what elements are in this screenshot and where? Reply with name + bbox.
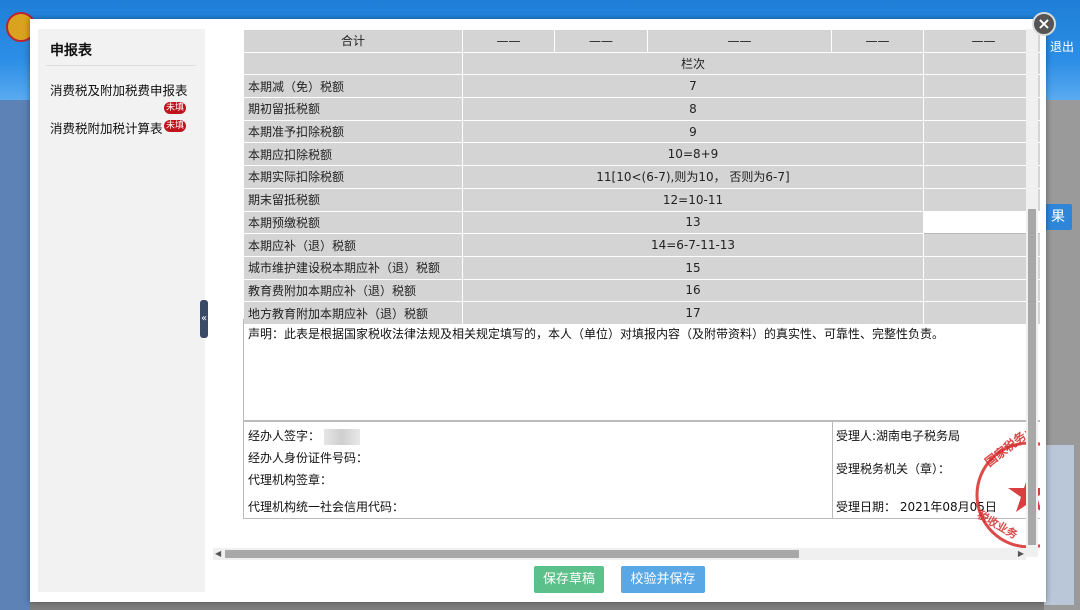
row-label: 城市维护建设税本期应补（退）税额 xyxy=(243,255,463,280)
row-value xyxy=(923,233,1040,257)
agency-seal-label: 代理机构签章： xyxy=(248,473,333,487)
header-blank xyxy=(243,51,463,76)
row-code: 8 xyxy=(462,97,924,121)
result-button[interactable]: 果 xyxy=(1044,204,1072,230)
unfilled-badge: 未填 xyxy=(164,102,187,114)
sidebar-item-surtax-calculation[interactable]: 消费税附加税计算表 xyxy=(50,118,163,137)
row-code: 9 xyxy=(462,119,924,144)
save-draft-button[interactable]: 保存草稿 xyxy=(534,566,604,593)
validate-and-save-button[interactable]: 校验并保存 xyxy=(621,566,705,593)
header-value xyxy=(923,51,1040,76)
app-right-panel: 果 xyxy=(1044,100,1080,610)
row-label: 本期实际扣除税额 xyxy=(243,165,463,189)
table-row: 本期预缴税额 13 xyxy=(243,210,1040,235)
signature-section: 经办人签字： 经办人身份证件号码： 代理机构签章： 代理机构统一社会信用代码： … xyxy=(243,421,1040,519)
total-label: 合计 xyxy=(243,29,463,53)
vertical-scrollbar[interactable] xyxy=(1026,29,1038,557)
collapse-sidebar-handle[interactable]: « xyxy=(200,300,208,338)
table-row: 本期减（免）税额 7 xyxy=(243,74,1040,99)
redacted-signature xyxy=(324,428,361,445)
app-left-nav xyxy=(0,100,30,610)
row-value xyxy=(923,74,1040,99)
handler-sign-row: 经办人签字： xyxy=(248,427,361,445)
right-info-panel xyxy=(1044,445,1074,605)
table-row: 期末留抵税额 12=10-11 xyxy=(243,187,1040,212)
total-cell: —— xyxy=(647,29,832,53)
horizontal-scrollbar[interactable]: ◀ ▶ xyxy=(213,548,1026,560)
table-row: 本期应补（退）税额 14=6-7-11-13 xyxy=(243,233,1040,257)
column-header-row: 栏次 xyxy=(243,51,1040,76)
total-cell: —— xyxy=(462,29,555,53)
total-cell: —— xyxy=(923,29,1040,53)
handler-id-label: 经办人身份证件号码： xyxy=(248,451,369,465)
column-header-line-no: 栏次 xyxy=(462,51,924,76)
table-row: 城市维护建设税本期应补（退）税额 15 xyxy=(243,255,1040,280)
sidebar-divider xyxy=(46,65,196,66)
row-code: 10=8+9 xyxy=(462,142,924,167)
total-cell: —— xyxy=(554,29,648,53)
form-content: 合计 —— —— —— —— —— 栏次 本期减（免）税额 7 期初留抵税额 8 xyxy=(243,29,1040,557)
row-label: 期初留抵税额 xyxy=(243,97,463,121)
row-value xyxy=(923,119,1040,144)
total-cell: —— xyxy=(831,29,924,53)
row-value xyxy=(923,142,1040,167)
row-label: 教育费附加本期应补（退）税额 xyxy=(243,278,463,303)
exit-link[interactable]: 退出 xyxy=(1050,38,1074,55)
row-code: 15 xyxy=(462,255,924,280)
row-value xyxy=(923,165,1040,189)
table-row: 期初留抵税额 8 xyxy=(243,97,1040,121)
scroll-left-icon[interactable]: ◀ xyxy=(215,548,221,560)
sidebar-item-consumption-tax-return[interactable]: 消费税及附加税费申报表 xyxy=(50,80,188,99)
row-code: 13 xyxy=(462,210,924,235)
tax-office-label: 受理税务机关（章）： xyxy=(836,462,951,476)
row-code: 7 xyxy=(462,74,924,99)
handler-sign-label: 经办人签字： xyxy=(248,429,321,443)
row-code: 12=10-11 xyxy=(462,187,924,212)
row-label: 本期应补（退）税额 xyxy=(243,233,463,257)
unfilled-badge: 未填 xyxy=(164,120,187,132)
prepaid-tax-input[interactable] xyxy=(923,210,1040,235)
vertical-scroll-thumb[interactable] xyxy=(1028,209,1036,545)
horizontal-scroll-thumb[interactable] xyxy=(225,550,799,558)
declaration-modal: 申报表 消费税及附加税费申报表 未填 消费税附加税计算表 未填 « 合计 —— … xyxy=(30,19,1046,602)
row-value xyxy=(923,187,1040,212)
scroll-right-icon[interactable]: ▶ xyxy=(1018,548,1024,560)
form-sidebar: 申报表 消费税及附加税费申报表 未填 消费税附加税计算表 未填 xyxy=(38,29,205,592)
row-code: 11[10<(6-7),则为10， 否则为6-7] xyxy=(462,165,924,189)
row-code: 14=6-7-11-13 xyxy=(462,233,924,257)
row-label: 本期预缴税额 xyxy=(243,210,463,235)
signature-divider xyxy=(832,422,833,518)
row-label: 本期准予扣除税额 xyxy=(243,119,463,144)
agency-code-label: 代理机构统一社会信用代码： xyxy=(248,500,405,514)
table-row: 教育费附加本期应补（退）税额 16 xyxy=(243,278,1040,303)
row-label: 本期减（免）税额 xyxy=(243,74,463,99)
tax-form-table: 合计 —— —— —— —— —— 栏次 本期减（免）税额 7 期初留抵税额 8 xyxy=(243,29,1040,325)
row-value xyxy=(923,97,1040,121)
row-label: 本期应扣除税额 xyxy=(243,142,463,167)
table-row: 本期应扣除税额 10=8+9 xyxy=(243,142,1040,167)
receiver-label: 受理人:湖南电子税务局 xyxy=(836,429,961,443)
sidebar-title: 申报表 xyxy=(50,43,92,59)
row-value xyxy=(923,278,1040,303)
table-row: 本期准予扣除税额 9 xyxy=(243,119,1040,144)
row-code: 16 xyxy=(462,278,924,303)
row-label: 期末留抵税额 xyxy=(243,187,463,212)
table-row: 本期实际扣除税额 11[10<(6-7),则为10， 否则为6-7] xyxy=(243,165,1040,189)
total-row: 合计 —— —— —— —— —— xyxy=(243,29,1040,53)
declaration-statement: 声明：此表是根据国家税收法律法规及相关规定填写的，本人（单位）对填报内容（及附带… xyxy=(243,319,1040,421)
close-icon[interactable]: × xyxy=(1032,12,1056,36)
row-value xyxy=(923,255,1040,280)
